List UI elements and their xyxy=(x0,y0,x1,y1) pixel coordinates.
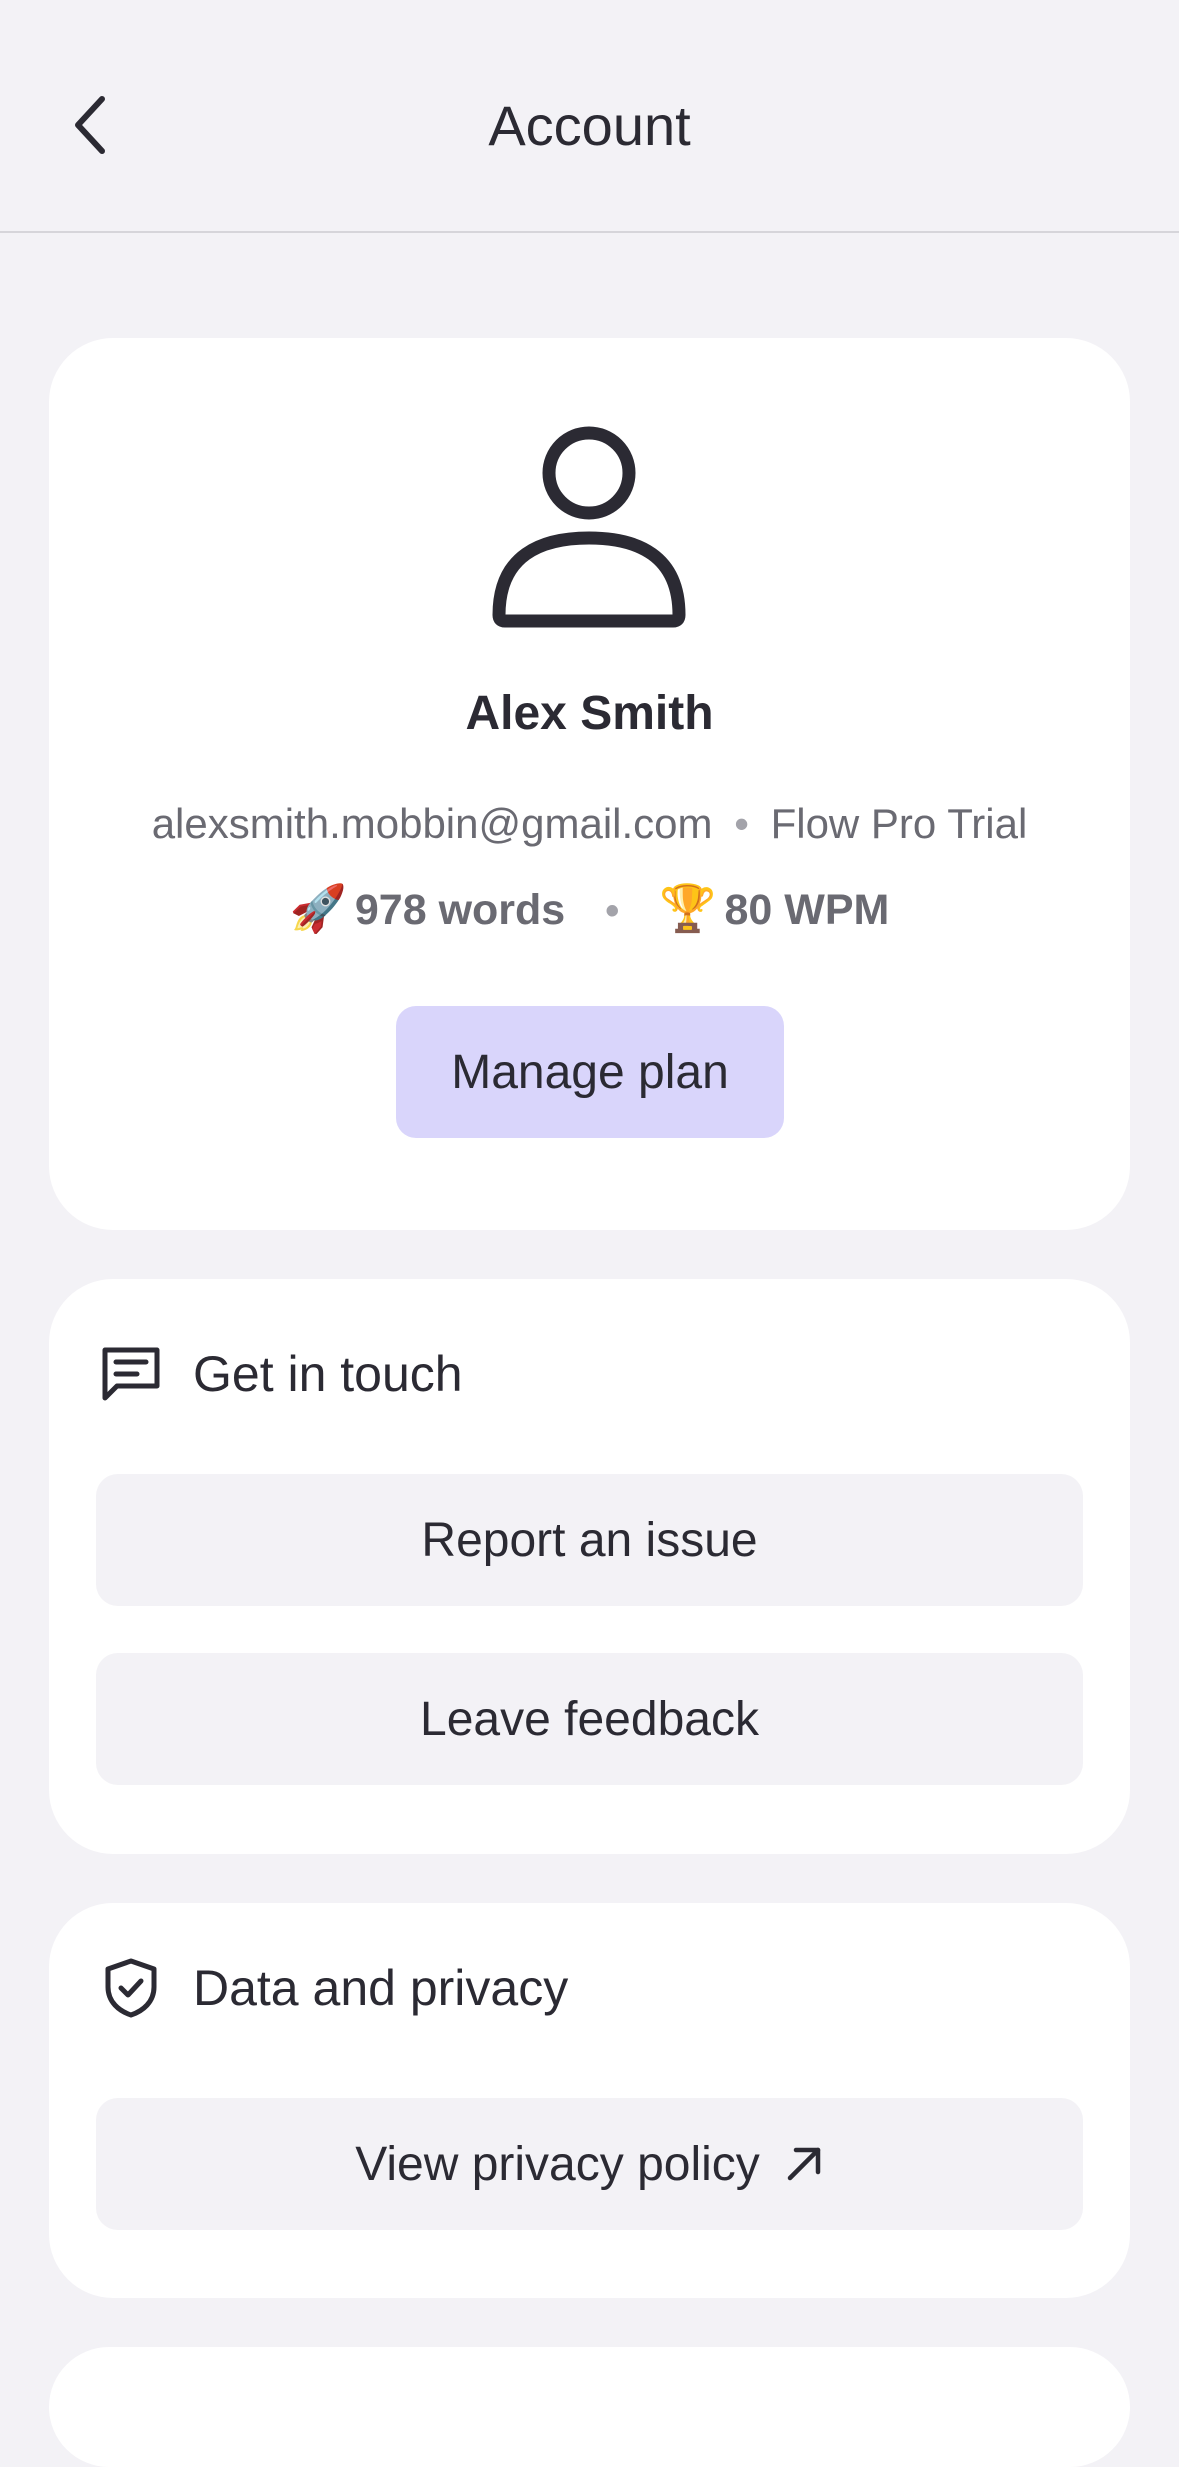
manage-plan-button[interactable]: Manage plan xyxy=(396,1006,784,1138)
data-privacy-header: Data and privacy xyxy=(99,1953,568,2023)
get-in-touch-header: Get in touch xyxy=(99,1339,463,1409)
shield-check-icon xyxy=(99,1956,163,2020)
data-privacy-title: Data and privacy xyxy=(193,1960,569,2016)
wpm-value: 80 WPM xyxy=(724,886,890,934)
usage-stats: 🚀 978 words • 🏆 80 WPM xyxy=(49,881,1130,936)
user-name: Alex Smith xyxy=(465,687,714,740)
data-privacy-card: Data and privacy View privacy policy xyxy=(49,1903,1130,2298)
get-in-touch-title: Get in touch xyxy=(193,1346,463,1402)
view-privacy-policy-button[interactable]: View privacy policy xyxy=(96,2098,1083,2230)
plan-name: Flow Pro Trial xyxy=(770,800,1028,847)
user-email: alexsmith.mobbin@gmail.com xyxy=(151,800,713,847)
get-in-touch-card: Get in touch Report an issue Leave feedb… xyxy=(49,1279,1130,1854)
rocket-icon: 🚀 xyxy=(289,882,347,934)
arrow-up-right-icon xyxy=(784,2144,824,2184)
stats-separator: • xyxy=(605,889,620,933)
leave-feedback-button[interactable]: Leave feedback xyxy=(96,1653,1083,1785)
trophy-icon: 🏆 xyxy=(659,882,717,934)
meta-separator: • xyxy=(734,800,749,847)
account-meta: alexsmith.mobbin@gmail.com • Flow Pro Tr… xyxy=(49,800,1130,848)
message-icon xyxy=(99,1342,163,1406)
report-issue-button[interactable]: Report an issue xyxy=(96,1474,1083,1606)
page-title: Account xyxy=(488,94,691,157)
words-count: 978 words xyxy=(354,886,566,934)
top-bar: Account xyxy=(0,0,1179,233)
next-section-card xyxy=(49,2347,1130,2467)
user-icon xyxy=(492,426,686,628)
privacy-policy-label: View privacy policy xyxy=(355,2137,760,2191)
profile-card: Alex Smith alexsmith.mobbin@gmail.com • … xyxy=(49,338,1130,1230)
